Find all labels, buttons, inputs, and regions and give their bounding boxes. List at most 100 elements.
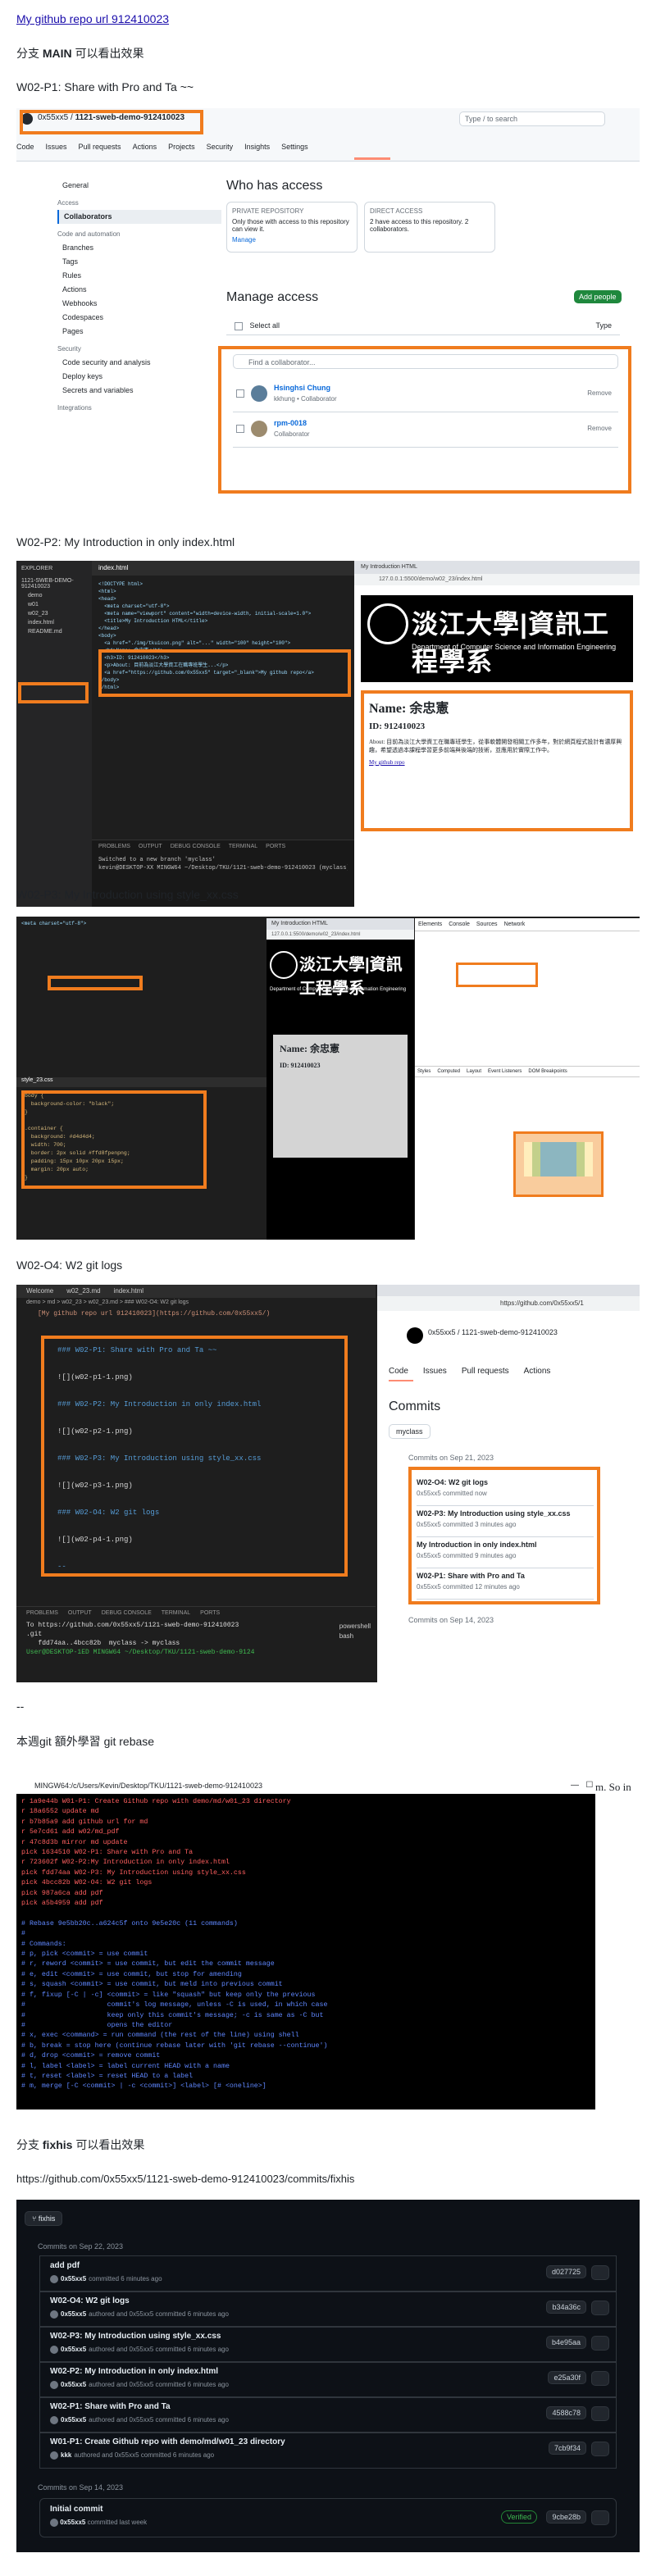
commit-row[interactable]: W02-P3: My Introduction using style_xx.c… <box>39 2326 617 2363</box>
styles-tab[interactable]: Layout <box>467 1069 481 1074</box>
browser-tab-3[interactable]: My Introduction HTML <box>266 918 414 930</box>
verified-badge[interactable]: Verified <box>500 2510 537 2524</box>
sidebar-item-codespaces[interactable]: Codespaces <box>57 311 221 325</box>
sidebar-item-pages[interactable]: Pages <box>57 325 221 339</box>
terminal-tab[interactable]: PROBLEMS <box>26 1610 58 1616</box>
remove-button[interactable]: Remove <box>587 425 612 432</box>
search-input[interactable]: Type / to search <box>459 112 605 126</box>
tab-security[interactable]: Security <box>207 143 234 151</box>
copy-icon[interactable] <box>591 2371 609 2386</box>
collaborator-name[interactable]: Hsinghsi Chung <box>274 384 330 392</box>
commit-row[interactable]: W02-O4: W2 git logs 0x55xx5 committed now <box>417 1475 594 1506</box>
sidebar-item-code-security-and-analysis[interactable]: Code security and analysis <box>57 356 221 370</box>
terminal-tab[interactable]: DEBUG CONSOLE <box>102 1610 152 1616</box>
repo-tab[interactable]: Actions <box>524 1367 551 1376</box>
commit-title[interactable]: add pdf <box>50 2261 80 2270</box>
repo-url-link[interactable]: My github repo url 912410023 <box>16 11 169 26</box>
manage-link[interactable]: Manage <box>232 236 352 243</box>
terminal-tab[interactable]: DEBUG CONSOLE <box>171 844 221 849</box>
sidebar-item-branches[interactable]: Branches <box>57 241 221 255</box>
commit-title[interactable]: W02-P2: My Introduction in only index.ht… <box>50 2367 218 2376</box>
editor-tab[interactable]: Welcome <box>26 1285 53 1298</box>
terminal-tab[interactable]: PROBLEMS <box>98 844 130 849</box>
row-checkbox[interactable] <box>236 425 244 433</box>
commit-sha[interactable]: b4e95aa <box>545 2336 586 2349</box>
explorer-item[interactable]: README.md <box>16 627 92 636</box>
sidebar-item-collaborators[interactable]: Collaborators <box>57 210 221 224</box>
repo-tab[interactable]: Code <box>389 1367 408 1376</box>
editor-tab[interactable]: w02_23.md <box>66 1285 100 1298</box>
repo-title-4[interactable]: 0x55xx5 / 1121-sweb-demo-912410023 <box>428 1327 592 1337</box>
collaborator-name[interactable]: rpm-0018 <box>274 419 307 427</box>
styles-tab[interactable]: DOM Breakpoints <box>528 1069 567 1074</box>
tab-settings[interactable]: Settings <box>281 143 308 151</box>
commit-title[interactable]: W02-P1: Share with Pro and Ta <box>417 1572 594 1580</box>
repo-tab[interactable]: Issues <box>423 1367 447 1376</box>
commit-row[interactable]: W02-P1: Share with Pro and Ta 0x55xx5 auth… <box>39 2396 617 2433</box>
styles-tab[interactable]: Styles <box>417 1069 430 1074</box>
row-checkbox[interactable] <box>236 389 244 398</box>
shell-item[interactable]: powershell <box>339 1622 371 1632</box>
commit-title[interactable]: W02-P3: My Introduction using style_xx.c… <box>50 2332 221 2341</box>
shell-item[interactable]: bash <box>339 1632 371 1641</box>
tab-insights[interactable]: Insights <box>244 143 270 151</box>
commit-title[interactable]: W02-O4: W2 git logs <box>50 2296 130 2305</box>
tab-code[interactable]: Code <box>16 143 34 151</box>
commit-title[interactable]: My Introduction in only index.html <box>417 1541 594 1549</box>
tab-actions[interactable]: Actions <box>133 143 157 151</box>
sidebar-item-tags[interactable]: Tags <box>57 255 221 269</box>
commit-row[interactable]: W01-P1: Create Github repo with demo/md/… <box>39 2432 617 2469</box>
explorer-item[interactable]: index.html <box>16 618 92 627</box>
commit-row[interactable]: W02-O4: W2 git logs 0x55xx5 authored and 0… <box>39 2291 617 2328</box>
terminal-tab[interactable]: TERMINAL <box>229 844 257 849</box>
commit-sha[interactable]: b34a36c <box>546 2301 586 2314</box>
commit-author[interactable]: 0x55xx5 <box>61 2310 86 2318</box>
commit-row[interactable]: W02-P2: My Introduction in only index.ht… <box>39 2361 617 2398</box>
terminal-tab[interactable]: PORTS <box>266 844 285 849</box>
commit-row[interactable]: add pdf 0x55xx5 committed 6 minutes ago d02… <box>39 2255 617 2292</box>
commit-sha[interactable]: d027725 <box>545 2265 586 2278</box>
initial-author[interactable]: 0x55xx5 <box>60 2519 85 2526</box>
tab-pull-requests[interactable]: Pull requests <box>79 143 121 151</box>
copy-icon[interactable] <box>591 2336 609 2351</box>
devtools-tab[interactable]: Network <box>504 922 526 927</box>
tab-projects[interactable]: Projects <box>168 143 195 151</box>
select-all-checkbox[interactable] <box>235 321 243 330</box>
commit-sha[interactable]: e25a30f <box>548 2371 586 2384</box>
styles-tab[interactable]: Computed <box>437 1069 460 1074</box>
commit-author[interactable]: 0x55xx5 <box>61 2381 86 2388</box>
commit-author[interactable]: 0x55xx5 <box>61 2416 86 2424</box>
address-bar[interactable]: 127.0.0.1:5500/demo/w02_23/index.html <box>354 574 640 585</box>
tab-issues[interactable]: Issues <box>46 143 67 151</box>
explorer-item[interactable]: w02_23 <box>16 609 92 618</box>
copy-icon[interactable] <box>591 2265 609 2280</box>
editor-tab[interactable]: index.html <box>92 561 361 576</box>
address-bar-3[interactable]: 127.0.0.1:5500/demo/w02_23/index.html <box>266 930 414 940</box>
initial-commit-row[interactable]: Initial commit 0x55xx5 committed last we… <box>39 2498 617 2537</box>
address-bar-4[interactable]: https://github.com/0x55xx5/1 <box>377 1296 640 1311</box>
styles-tab[interactable]: Event Listeners <box>488 1069 522 1074</box>
repo-tab[interactable]: Pull requests <box>462 1367 509 1376</box>
devtools-tab[interactable]: Elements <box>418 922 442 927</box>
commit-sha[interactable]: 7cb9f34 <box>548 2442 586 2455</box>
copy-icon[interactable] <box>591 2442 609 2456</box>
commit-author[interactable]: 0x55xx5 <box>61 2275 86 2282</box>
commit-title[interactable]: W02-P3: My Introduction using style_xx.c… <box>417 1509 594 1518</box>
devtools-tab[interactable]: Sources <box>476 922 498 927</box>
add-people-button[interactable]: Add people <box>574 290 622 303</box>
explorer-item[interactable]: w01 <box>16 600 92 609</box>
commit-author[interactable]: 0x55xx5 <box>61 2346 86 2353</box>
commit-row[interactable]: W02-P1: Share with Pro and Ta 0x55xx5 com… <box>417 1568 594 1600</box>
commit-row[interactable]: W02-P3: My Introduction using style_xx.c… <box>417 1506 594 1537</box>
commit-author[interactable]: kkk <box>61 2451 71 2459</box>
initial-commit-title[interactable]: Initial commit <box>50 2505 102 2514</box>
intro-repo-link[interactable]: My github repo <box>369 759 625 766</box>
commit-title[interactable]: W01-P1: Create Github repo with demo/md/… <box>50 2437 285 2446</box>
sidebar-item-actions[interactable]: Actions <box>57 283 221 297</box>
sidebar-item-webhooks[interactable]: Webhooks <box>57 297 221 311</box>
copy-icon[interactable] <box>591 2301 609 2315</box>
css-file-tab[interactable]: style_23.css <box>16 1077 267 1087</box>
terminal-tab[interactable]: PORTS <box>200 1610 220 1616</box>
find-collaborator-input[interactable]: Find a collaborator... <box>233 354 618 369</box>
sidebar-item-general[interactable]: General <box>57 179 221 193</box>
